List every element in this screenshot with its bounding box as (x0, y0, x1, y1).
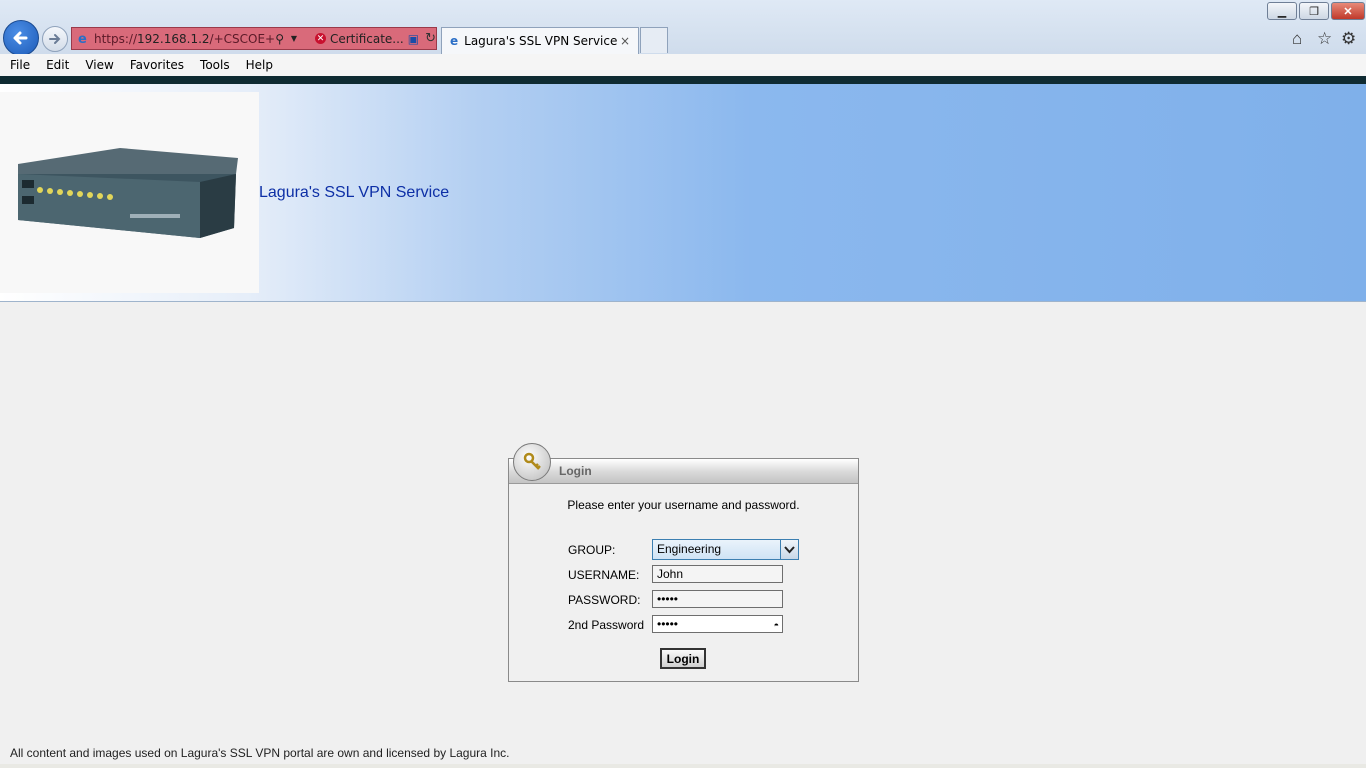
password-input[interactable]: ••••• (652, 590, 783, 608)
login-header: Login (509, 443, 858, 484)
menu-help[interactable]: Help (246, 58, 273, 72)
second-password-input[interactable]: ••••• ◓ (652, 615, 783, 633)
header-divider (0, 76, 1366, 84)
ie-tab-icon: e (450, 34, 459, 48)
group-selected-value: Engineering (657, 542, 722, 556)
back-button[interactable] (3, 20, 39, 56)
browser-chrome: e https://192.168.1.2/+CSCOE+/logo ⚲ ▼ ✕… (0, 0, 1366, 56)
back-arrow-icon (13, 31, 28, 45)
second-password-dots: ••••• (657, 617, 679, 631)
menu-tools[interactable]: Tools (200, 58, 230, 72)
chevron-down-icon[interactable] (780, 540, 798, 559)
menu-bar: File Edit View Favorites Tools Help (0, 54, 1366, 76)
maximize-button[interactable]: ❐ (1299, 2, 1329, 20)
menu-file[interactable]: File (10, 58, 30, 72)
bottom-strip (0, 764, 1366, 768)
compatibility-view-icon[interactable]: ▣ (408, 32, 419, 46)
menu-view[interactable]: View (85, 58, 113, 72)
certificate-error[interactable]: ✕ Certificate... (314, 32, 404, 46)
password-label: PASSWORD: (568, 593, 641, 607)
menu-edit[interactable]: Edit (46, 58, 69, 72)
second-password-label: 2nd Password (568, 618, 645, 632)
login-prompt: Please enter your username and password. (567, 498, 800, 512)
vpn-banner: Lagura's SSL VPN Service (0, 84, 1366, 302)
search-icon[interactable]: ⚲ (275, 32, 291, 46)
menu-favorites[interactable]: Favorites (130, 58, 184, 72)
gear-icon[interactable]: ⚙ (1341, 29, 1356, 49)
tab-title: Lagura's SSL VPN Service (464, 34, 618, 48)
footer-text: All content and images used on Lagura's … (10, 746, 510, 760)
new-tab-button[interactable] (640, 27, 668, 53)
password-dots: ••••• (657, 592, 679, 606)
tab-close-icon[interactable]: × (620, 34, 630, 48)
forward-button[interactable] (42, 26, 68, 52)
banner-title: Lagura's SSL VPN Service (259, 184, 450, 201)
address-bar[interactable]: e https://192.168.1.2/+CSCOE+/logo ⚲ ▼ ✕… (71, 27, 437, 50)
reveal-password-icon[interactable]: ◓ (774, 620, 779, 630)
device-image (0, 92, 259, 293)
favorites-star-icon[interactable]: ☆ (1317, 29, 1332, 49)
group-select[interactable]: Engineering (652, 539, 799, 560)
keys-icon (513, 443, 551, 481)
username-input[interactable] (652, 565, 783, 583)
close-button[interactable]: ✕ (1331, 2, 1365, 20)
group-label: GROUP: (568, 543, 616, 557)
address-url[interactable]: https://192.168.1.2/+CSCOE+/logo (94, 32, 275, 46)
certificate-error-icon: ✕ (314, 33, 326, 44)
login-title: Login (559, 464, 592, 478)
login-button[interactable]: Login (660, 648, 706, 669)
login-panel: Login Please enter your username and pas… (508, 443, 859, 682)
minimize-button[interactable]: ▁ (1267, 2, 1297, 20)
tab-vpn[interactable]: e Lagura's SSL VPN Service × (441, 27, 639, 54)
forward-arrow-icon (49, 34, 61, 44)
ie-page-icon: e (78, 32, 87, 47)
dropdown-arrow-icon[interactable]: ▼ (291, 34, 297, 43)
security-appliance-icon (18, 148, 238, 238)
username-label: USERNAME: (568, 568, 640, 582)
home-icon[interactable]: ⌂ (1292, 29, 1302, 49)
refresh-icon[interactable]: ↻ (425, 31, 436, 46)
